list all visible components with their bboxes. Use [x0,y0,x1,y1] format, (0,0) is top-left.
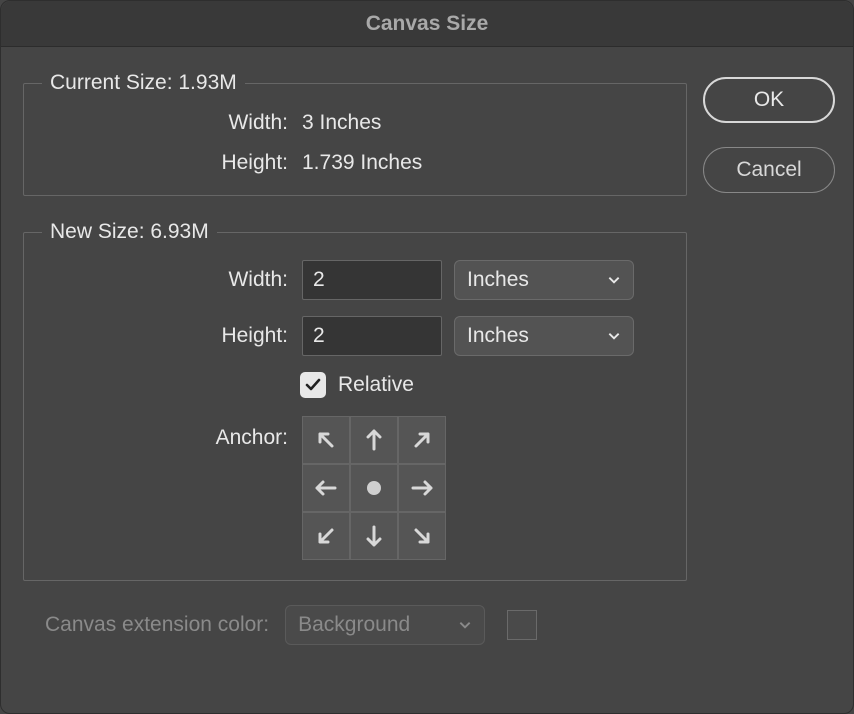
cancel-button-label: Cancel [736,158,801,182]
anchor-center[interactable] [351,465,397,511]
arrow-n-icon [359,425,389,455]
ok-button[interactable]: OK [703,77,835,123]
arrow-w-icon [311,473,341,503]
extension-color-select[interactable]: Background [285,605,485,645]
current-height-value: 1.739 Inches [302,151,668,175]
relative-checkbox[interactable] [300,372,326,398]
chevron-down-icon [458,618,472,632]
chevron-down-icon [607,329,621,343]
chevron-down-icon [607,273,621,287]
arrow-nw-icon [311,425,341,455]
arrow-se-icon [407,521,437,551]
anchor-left[interactable] [303,465,349,511]
anchor-bottom-left[interactable] [303,513,349,559]
anchor-center-dot-icon [367,481,381,495]
dialog-title: Canvas Size [366,12,489,36]
new-width-unit-select[interactable]: Inches [454,260,634,300]
title-bar: Canvas Size [1,1,853,47]
new-height-label: Height: [42,324,302,348]
cancel-button[interactable]: Cancel [703,147,835,193]
check-icon [304,376,322,394]
current-width-value: 3 Inches [302,111,668,135]
ok-button-label: OK [754,88,784,112]
anchor-right[interactable] [399,465,445,511]
left-column: Current Size: 1.93M Width: 3 Inches Heig… [23,71,687,645]
new-size-legend: New Size: 6.93M [42,220,217,244]
anchor-top-left[interactable] [303,417,349,463]
canvas-size-dialog: Canvas Size Current Size: 1.93M Width: 3… [0,0,854,714]
new-height-input[interactable] [302,316,442,356]
current-size-group: Current Size: 1.93M Width: 3 Inches Heig… [23,71,687,196]
anchor-top-right[interactable] [399,417,445,463]
arrow-sw-icon [311,521,341,551]
extension-color-row: Canvas extension color: Background [23,605,687,645]
current-size-legend: Current Size: 1.93M [42,71,245,95]
new-width-unit-value: Inches [467,268,529,292]
right-column: OK Cancel [703,71,835,645]
new-width-input[interactable] [302,260,442,300]
new-height-unit-value: Inches [467,324,529,348]
current-height-label: Height: [42,151,302,175]
current-width-label: Width: [42,111,302,135]
extension-color-value: Background [298,613,410,637]
anchor-top[interactable] [351,417,397,463]
anchor-grid [302,416,446,560]
anchor-bottom[interactable] [351,513,397,559]
extension-color-swatch[interactable] [507,610,537,640]
extension-color-label: Canvas extension color: [45,613,269,637]
dialog-content: Current Size: 1.93M Width: 3 Inches Heig… [1,47,853,663]
arrow-ne-icon [407,425,437,455]
new-size-group: New Size: 6.93M Width: Inches Height: In… [23,220,687,581]
new-width-label: Width: [42,268,302,292]
relative-label: Relative [338,373,414,397]
new-height-unit-select[interactable]: Inches [454,316,634,356]
arrow-s-icon [359,521,389,551]
anchor-bottom-right[interactable] [399,513,445,559]
arrow-e-icon [407,473,437,503]
anchor-label: Anchor: [42,416,302,450]
